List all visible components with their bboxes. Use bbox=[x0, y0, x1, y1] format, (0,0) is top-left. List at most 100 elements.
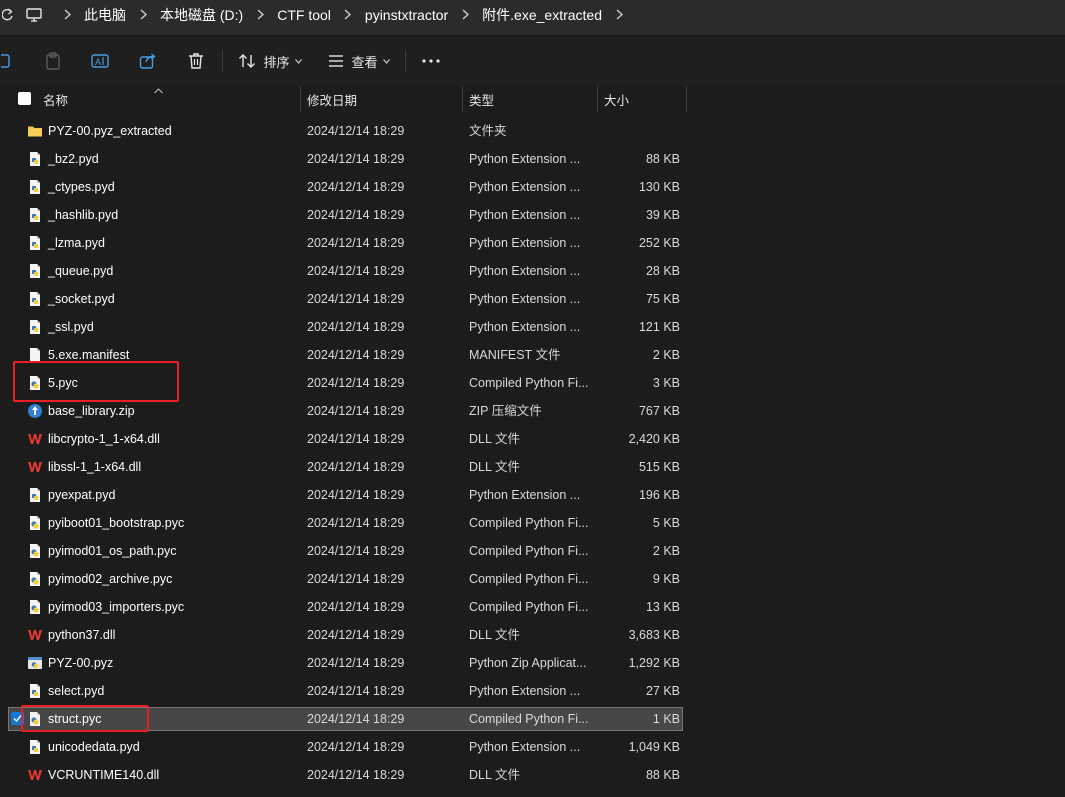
sort-button[interactable]: 排序 bbox=[236, 48, 304, 74]
pyd-file-icon bbox=[27, 739, 43, 755]
chevron-right-icon[interactable] bbox=[128, 0, 158, 29]
file-name[interactable]: pyimod03_importers.pyc bbox=[48, 593, 184, 621]
file-name[interactable]: libssl-1_1-x64.dll bbox=[48, 453, 141, 481]
file-type: Compiled Python Fi... bbox=[469, 600, 589, 614]
breadcrumb-pyinstxtractor[interactable]: pyinstxtractor bbox=[363, 7, 450, 23]
view-button[interactable]: 查看 bbox=[325, 48, 393, 74]
file-size: 515 KB bbox=[638, 460, 680, 474]
file-name[interactable]: python37.dll bbox=[48, 621, 115, 649]
file-row[interactable]: PYZ-00.pyz_extracted 2024/12/14 18:29 文件夹 bbox=[0, 117, 1065, 145]
copy-icon[interactable] bbox=[0, 48, 14, 74]
file-name[interactable]: libcrypto-1_1-x64.dll bbox=[48, 425, 160, 453]
pyc-file-icon bbox=[27, 543, 43, 559]
file-size: 130 KB bbox=[638, 180, 680, 194]
file-size: 3 KB bbox=[652, 376, 680, 390]
file-row[interactable]: python37.dll 2024/12/14 18:29 DLL 文件 3,683 … bbox=[0, 621, 1065, 649]
column-header-name[interactable]: 名称 bbox=[43, 86, 68, 112]
file-name[interactable]: pyimod02_archive.pyc bbox=[48, 565, 172, 593]
file-row[interactable]: select.pyd 2024/12/14 18:29 Python Extensi… bbox=[0, 677, 1065, 705]
file-name[interactable]: _ssl.pyd bbox=[48, 313, 94, 341]
file-type: Python Extension ... bbox=[469, 152, 581, 166]
file-modified-date: 2024/12/14 18:29 bbox=[307, 460, 405, 474]
breadcrumb-ctf-tool[interactable]: CTF tool bbox=[275, 7, 333, 23]
file-name[interactable]: _ctypes.pyd bbox=[48, 173, 115, 201]
chevron-down-icon bbox=[294, 58, 302, 64]
file-name[interactable]: VCRUNTIME140.dll bbox=[48, 761, 159, 789]
file-row[interactable]: _hashlib.pyd 2024/12/14 18:29 Python Exten… bbox=[0, 201, 1065, 229]
file-size: 88 KB bbox=[645, 152, 680, 166]
chevron-right-icon[interactable] bbox=[604, 0, 634, 29]
file-row[interactable]: struct.pyc 2024/12/14 18:29 Compiled Pytho… bbox=[0, 705, 1065, 733]
file-row[interactable]: _ctypes.pyd 2024/12/14 18:29 Python Extens… bbox=[0, 173, 1065, 201]
file-size: 5 KB bbox=[652, 516, 680, 530]
file-row[interactable]: pyexpat.pyd 2024/12/14 18:29 Python Extens… bbox=[0, 481, 1065, 509]
file-name[interactable]: pyexpat.pyd bbox=[48, 481, 115, 509]
file-type: Python Extension ... bbox=[469, 264, 581, 278]
file-row[interactable]: pyimod02_archive.pyc 2024/12/14 18:29 Comp… bbox=[0, 565, 1065, 593]
file-row[interactable]: _ssl.pyd 2024/12/14 18:29 Python Extension… bbox=[0, 313, 1065, 341]
file-modified-date: 2024/12/14 18:29 bbox=[307, 376, 405, 390]
file-row[interactable]: pyimod03_importers.pyc 2024/12/14 18:29 Co… bbox=[0, 593, 1065, 621]
address-bar: 此电脑 本地磁盘 (D:) CTF tool pyinstxtractor 附件… bbox=[0, 0, 1065, 36]
more-options-icon[interactable] bbox=[418, 48, 444, 74]
file-name[interactable]: select.pyd bbox=[48, 677, 104, 705]
file-row[interactable]: pyiboot01_bootstrap.pyc 2024/12/14 18:29 C… bbox=[0, 509, 1065, 537]
file-name[interactable]: _queue.pyd bbox=[48, 257, 113, 285]
column-header-size[interactable]: 大小 bbox=[604, 86, 629, 112]
file-name[interactable]: PYZ-00.pyz bbox=[48, 649, 113, 677]
file-name[interactable]: _socket.pyd bbox=[48, 285, 115, 313]
file-row[interactable]: libssl-1_1-x64.dll 2024/12/14 18:29 DLL 文件… bbox=[0, 453, 1065, 481]
chevron-right-icon[interactable] bbox=[450, 0, 480, 29]
file-row[interactable]: _socket.pyd 2024/12/14 18:29 Python Extens… bbox=[0, 285, 1065, 313]
file-modified-date: 2024/12/14 18:29 bbox=[307, 236, 405, 250]
file-type: Compiled Python Fi... bbox=[469, 376, 589, 390]
refresh-icon[interactable] bbox=[0, 0, 16, 29]
column-divider[interactable] bbox=[300, 86, 301, 112]
file-type: ZIP 压缩文件 bbox=[469, 404, 542, 418]
file-row[interactable]: _queue.pyd 2024/12/14 18:29 Python Extensi… bbox=[0, 257, 1065, 285]
file-modified-date: 2024/12/14 18:29 bbox=[307, 152, 405, 166]
pyc-file-icon bbox=[27, 515, 43, 531]
file-name[interactable]: _bz2.pyd bbox=[48, 145, 99, 173]
file-name[interactable]: _hashlib.pyd bbox=[48, 201, 118, 229]
paste-icon[interactable] bbox=[40, 48, 66, 74]
breadcrumb-extracted-folder[interactable]: 附件.exe_extracted bbox=[480, 5, 604, 25]
file-type: DLL 文件 bbox=[469, 432, 520, 446]
file-row[interactable]: _bz2.pyd 2024/12/14 18:29 Python Extension… bbox=[0, 145, 1065, 173]
file-row[interactable]: _lzma.pyd 2024/12/14 18:29 Python Extensio… bbox=[0, 229, 1065, 257]
column-header-modified[interactable]: 修改日期 bbox=[307, 86, 357, 112]
this-pc-icon[interactable] bbox=[16, 0, 52, 29]
file-name[interactable]: pyimod01_os_path.pyc bbox=[48, 537, 177, 565]
column-header-type[interactable]: 类型 bbox=[469, 86, 494, 112]
file-row[interactable]: pyimod01_os_path.pyc 2024/12/14 18:29 Comp… bbox=[0, 537, 1065, 565]
share-icon[interactable] bbox=[135, 48, 161, 74]
chevron-right-icon[interactable] bbox=[333, 0, 363, 29]
file-row[interactable]: libcrypto-1_1-x64.dll 2024/12/14 18:29 DLL… bbox=[0, 425, 1065, 453]
file-modified-date: 2024/12/14 18:29 bbox=[307, 488, 405, 502]
dll-file-icon bbox=[27, 459, 43, 475]
column-divider[interactable] bbox=[597, 86, 598, 112]
file-modified-date: 2024/12/14 18:29 bbox=[307, 348, 405, 362]
file-size: 1 KB bbox=[652, 712, 680, 726]
file-name[interactable]: PYZ-00.pyz_extracted bbox=[48, 117, 172, 145]
file-modified-date: 2024/12/14 18:29 bbox=[307, 180, 405, 194]
breadcrumb-drive-d[interactable]: 本地磁盘 (D:) bbox=[158, 5, 245, 25]
file-row[interactable]: unicodedata.pyd 2024/12/14 18:29 Python Ex… bbox=[0, 733, 1065, 761]
file-size: 196 KB bbox=[638, 488, 680, 502]
file-size: 88 KB bbox=[645, 768, 680, 782]
file-name[interactable]: _lzma.pyd bbox=[48, 229, 105, 257]
file-name[interactable]: pyiboot01_bootstrap.pyc bbox=[48, 509, 184, 537]
column-divider[interactable] bbox=[462, 86, 463, 112]
delete-icon[interactable] bbox=[183, 48, 209, 74]
column-divider[interactable] bbox=[686, 86, 687, 112]
breadcrumb-this-pc[interactable]: 此电脑 bbox=[82, 5, 128, 25]
select-all-checkbox[interactable] bbox=[18, 92, 31, 105]
chevron-right-icon[interactable] bbox=[52, 0, 82, 29]
rename-icon[interactable]: A bbox=[87, 48, 113, 74]
file-row[interactable]: PYZ-00.pyz 2024/12/14 18:29 Python Zip App… bbox=[0, 649, 1065, 677]
file-type: Compiled Python Fi... bbox=[469, 712, 589, 726]
file-row[interactable]: VCRUNTIME140.dll 2024/12/14 18:29 DLL 文件 88… bbox=[0, 761, 1065, 789]
chevron-right-icon[interactable] bbox=[245, 0, 275, 29]
file-name[interactable]: unicodedata.pyd bbox=[48, 733, 140, 761]
file-size: 27 KB bbox=[645, 684, 680, 698]
